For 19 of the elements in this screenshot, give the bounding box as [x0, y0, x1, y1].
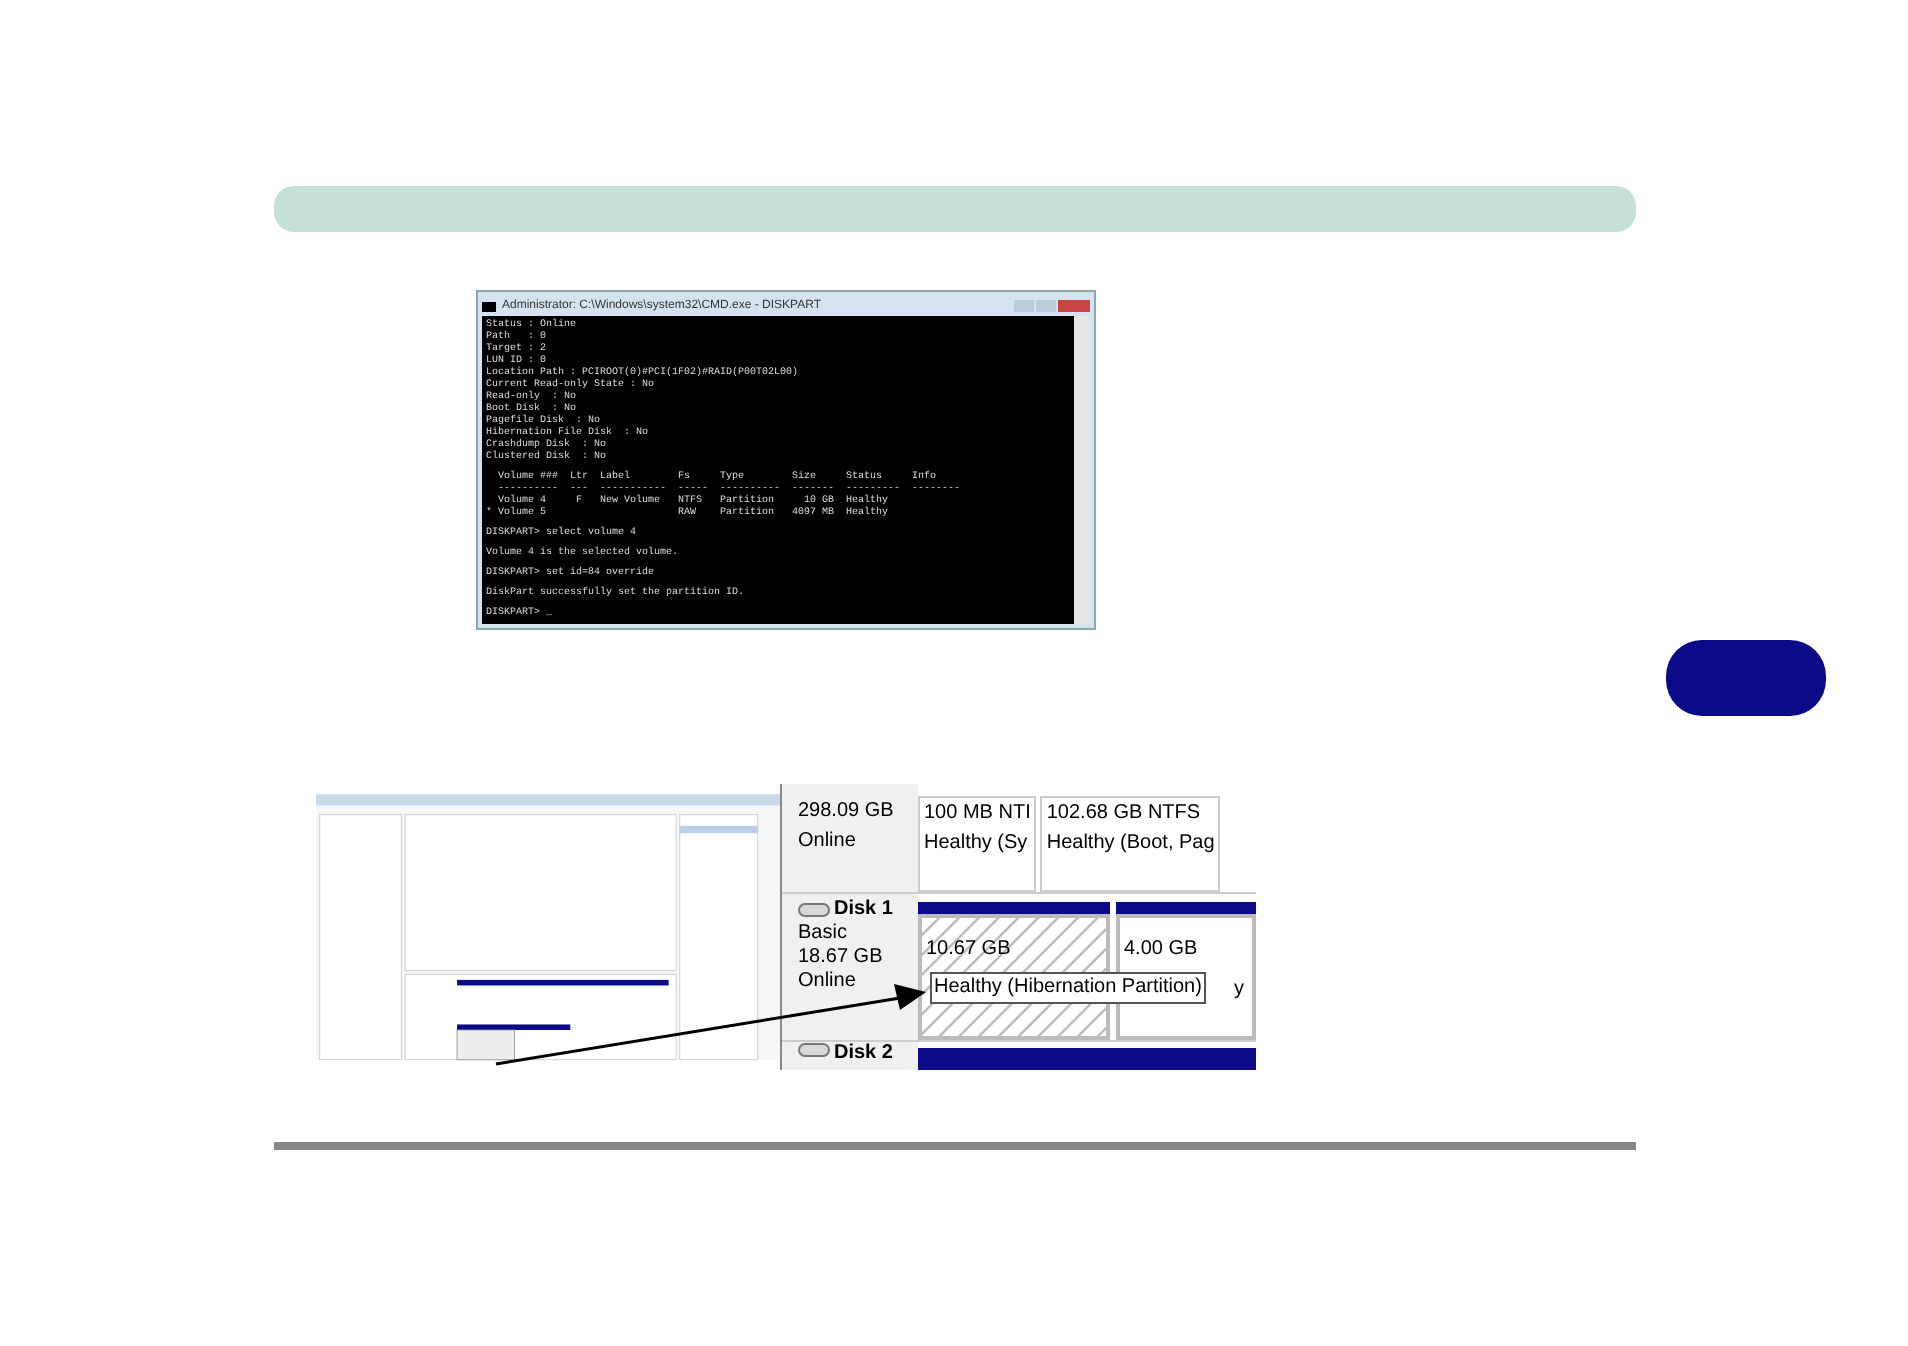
close-button[interactable] — [1058, 300, 1090, 312]
partition-size: 100 MB NTI — [924, 800, 1031, 828]
disk-name: Disk 2 — [834, 1042, 893, 1066]
partition-header — [1116, 902, 1256, 914]
partition-health: Healthy (Sy — [924, 830, 1030, 858]
disk-type: Basic — [798, 922, 849, 946]
disk-name: Disk 1 — [834, 898, 893, 922]
disk-size: 298.09 GB — [798, 798, 896, 826]
minimize-button[interactable] — [1014, 300, 1034, 312]
maximize-button[interactable] — [1036, 300, 1056, 312]
tooltip: Healthy (Hibernation Partition) — [930, 972, 1206, 1004]
console-icon — [482, 301, 496, 311]
partition-size: 10.67 GB — [926, 935, 1013, 964]
disk-status: Online — [798, 970, 858, 994]
partition-size: 102.68 GB NTFS — [1046, 800, 1203, 828]
partition-size: 4.00 GB — [1124, 935, 1200, 964]
disk-status: Online — [798, 828, 858, 856]
disk-size: 18.67 GB — [798, 946, 885, 970]
partition-health: Healthy (Boot, Pag — [1046, 830, 1215, 858]
